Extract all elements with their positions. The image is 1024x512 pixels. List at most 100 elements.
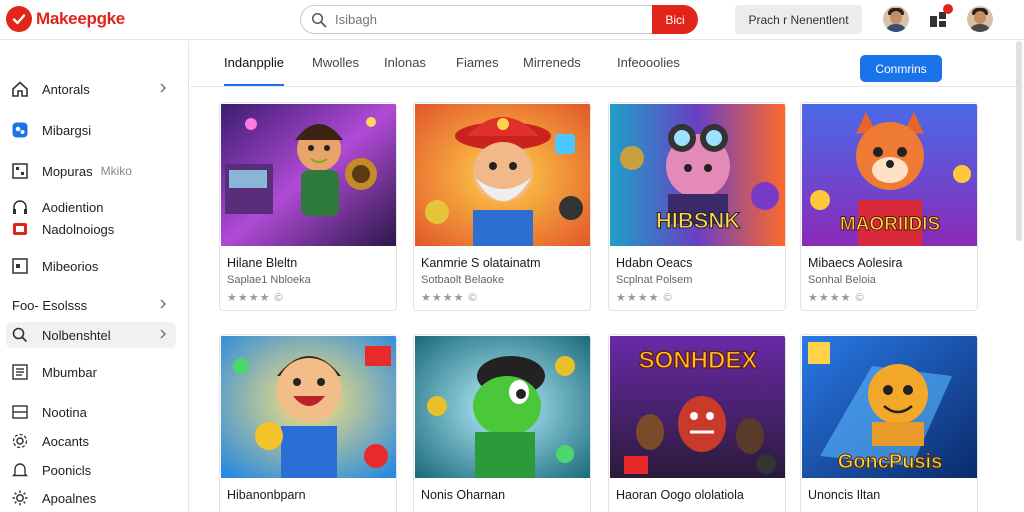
card-title: Nonis Oharnan (421, 488, 506, 502)
card-title: Hdabn Oeacs (616, 256, 693, 270)
game-card[interactable]: SONHDEX Haoran Oogo ololatiola (608, 334, 786, 512)
star-rating: ★★★★ © (227, 292, 284, 304)
tab-mirrored[interactable]: Mirreneds (523, 55, 581, 86)
sidebar-item-label: Apoalnes (42, 490, 97, 506)
game-thumbnail: MAORIIDIS (802, 104, 977, 246)
sidebar-item-label: Mopuras (42, 163, 93, 179)
headphones-icon (10, 197, 30, 217)
tab-mobiles[interactable]: Mwolles (312, 55, 359, 86)
search-field[interactable] (300, 5, 652, 34)
game-card[interactable]: Hibanonbparn (219, 334, 397, 512)
notifications-icon[interactable] (927, 4, 953, 31)
game-card[interactable]: Hilane Bleltn Saplae1 Nbloeka ★★★★ © (219, 102, 397, 311)
sidebar-item-label: Mbumbar (42, 364, 97, 380)
game-card[interactable]: MAORIIDIS Mibaecs Aolesira Sonhal Beloia… (800, 102, 978, 311)
top-bar: Makeepgke Bici Prach r Nenentlent (0, 0, 1024, 40)
sidebar-item-games[interactable]: Mopuras Mkiko (6, 158, 176, 184)
card-title: Mibaecs Aolesira (808, 256, 903, 270)
sidebar-item-label: Mibeorios (42, 258, 99, 274)
star-rating: ★★★★ © (808, 292, 865, 304)
scrollbar[interactable] (1016, 41, 1022, 241)
star-rating: ★★★★ © (616, 292, 673, 304)
sidebar-item-videos[interactable]: Nadolnoiogs (6, 216, 176, 242)
sidebar-item-label: Aodiention (42, 199, 104, 215)
notification-badge (943, 4, 953, 14)
bell-icon (10, 460, 30, 480)
list-icon (10, 362, 30, 382)
game-thumbnail (221, 336, 396, 478)
game-card[interactable]: HIBSNK Hdabn Oeacs Scplnat Polsem ★★★★ © (608, 102, 786, 311)
settings-icon (10, 431, 30, 451)
card-title: Unoncis Iltan (808, 488, 881, 502)
chevron-right-icon (160, 299, 167, 309)
category-tabs: Indanpplie Mwolles Inlonas Fiames Mirren… (190, 41, 1024, 87)
sidebar-item-inbox[interactable]: Nootina (6, 399, 176, 425)
sidebar-item-label: Nootina (42, 404, 87, 420)
thumbnail-title: HIBSNK (656, 208, 740, 233)
cta-button[interactable]: Conmrins (860, 55, 942, 82)
tab-indie[interactable]: Inlonas (384, 55, 426, 86)
game-card[interactable]: Kanmrie S olatainatm Sotbaolt Belaoke ★★… (413, 102, 591, 311)
gear-icon (10, 488, 30, 508)
card-subtitle: Sonhal Beloia (808, 274, 876, 286)
sidebar-item-home[interactable]: Antorals (6, 76, 176, 102)
sidebar-section-header[interactable]: Foo- Esolsss (6, 292, 176, 318)
header-action-button[interactable]: Prach r Nenentlent (735, 5, 862, 34)
card-subtitle: Scplnat Polsem (616, 274, 693, 286)
search-icon (311, 12, 327, 27)
card-subtitle: Saplae1 Nbloeka (227, 274, 311, 286)
sidebar-item-label: Poonicls (42, 462, 92, 478)
card-title: Hilane Bleltn (227, 256, 298, 270)
sidebar-item-accounts[interactable]: Aocants (6, 428, 176, 454)
chevron-right-icon (160, 329, 167, 339)
search-icon (10, 325, 30, 345)
video-icon (10, 219, 30, 239)
sidebar-item-label: Antorals (42, 81, 90, 97)
card-subtitle: Sotbaolt Belaoke (421, 274, 505, 286)
sidebar-item-list[interactable]: Mbumbar (6, 359, 176, 385)
avatar[interactable] (883, 6, 909, 32)
tab-frames[interactable]: Fiames (456, 55, 499, 86)
thumbnail-title: SONHDEX (639, 347, 758, 374)
logo-text: Makeepgke (36, 9, 125, 28)
sidebar-item-search[interactable]: Nolbenshtel (6, 322, 176, 348)
thumbnail-title: MAORIIDIS (840, 214, 940, 235)
sidebar-item-appearance[interactable]: Apoalnes (6, 485, 176, 511)
thumbnail-title: GoncPusis (838, 451, 942, 473)
search-input[interactable] (335, 12, 615, 27)
search-bar: Bici (300, 5, 698, 34)
sidebar-item-notifications[interactable]: Poonicls (6, 457, 176, 483)
sidebar-item-label: Foo- Esolsss (12, 297, 88, 313)
screen-icon (10, 256, 30, 276)
chevron-right-icon (160, 83, 167, 93)
sidebar-item-apps[interactable]: Mibargsi (6, 117, 176, 143)
home-icon (10, 79, 30, 99)
card-title: Kanmrie S olatainatm (421, 256, 541, 270)
game-thumbnail (415, 104, 590, 246)
game-thumbnail (221, 104, 396, 246)
logo[interactable]: Makeepgke (6, 6, 125, 32)
game-card[interactable]: GoncPusis Unoncis Iltan (800, 334, 978, 512)
inbox-icon (10, 402, 30, 422)
sidebar-item-label: Nadolnoiogs (42, 221, 115, 237)
logo-check-icon (6, 6, 32, 32)
card-title: Haoran Oogo ololatiola (616, 488, 744, 502)
game-thumbnail: GoncPusis (802, 336, 977, 478)
sidebar: Antorals Mibargsi Mopuras Mkiko Aodienti… (0, 41, 189, 512)
sidebar-item-label: Nolbenshtel (42, 327, 111, 343)
star-rating: ★★★★ © (421, 292, 478, 304)
profile-avatar[interactable] (967, 6, 993, 32)
game-thumbnail (415, 336, 590, 478)
tab-featured[interactable]: Indanpplie (224, 55, 284, 86)
app-store-icon (10, 120, 30, 140)
card-title: Hibanonbparn (227, 488, 306, 502)
game-thumbnail: SONHDEX (610, 336, 785, 478)
game-card[interactable]: Nonis Oharnan (413, 334, 591, 512)
sidebar-item-label: Mibargsi (42, 122, 92, 138)
gamepad-icon (10, 161, 30, 181)
sidebar-item-extra: Mkiko (100, 164, 132, 178)
search-button[interactable]: Bici (652, 5, 698, 34)
game-thumbnail: HIBSNK (610, 104, 785, 246)
tab-info[interactable]: Infeooolies (617, 55, 680, 86)
sidebar-item-screens[interactable]: Mibeorios (6, 253, 176, 279)
